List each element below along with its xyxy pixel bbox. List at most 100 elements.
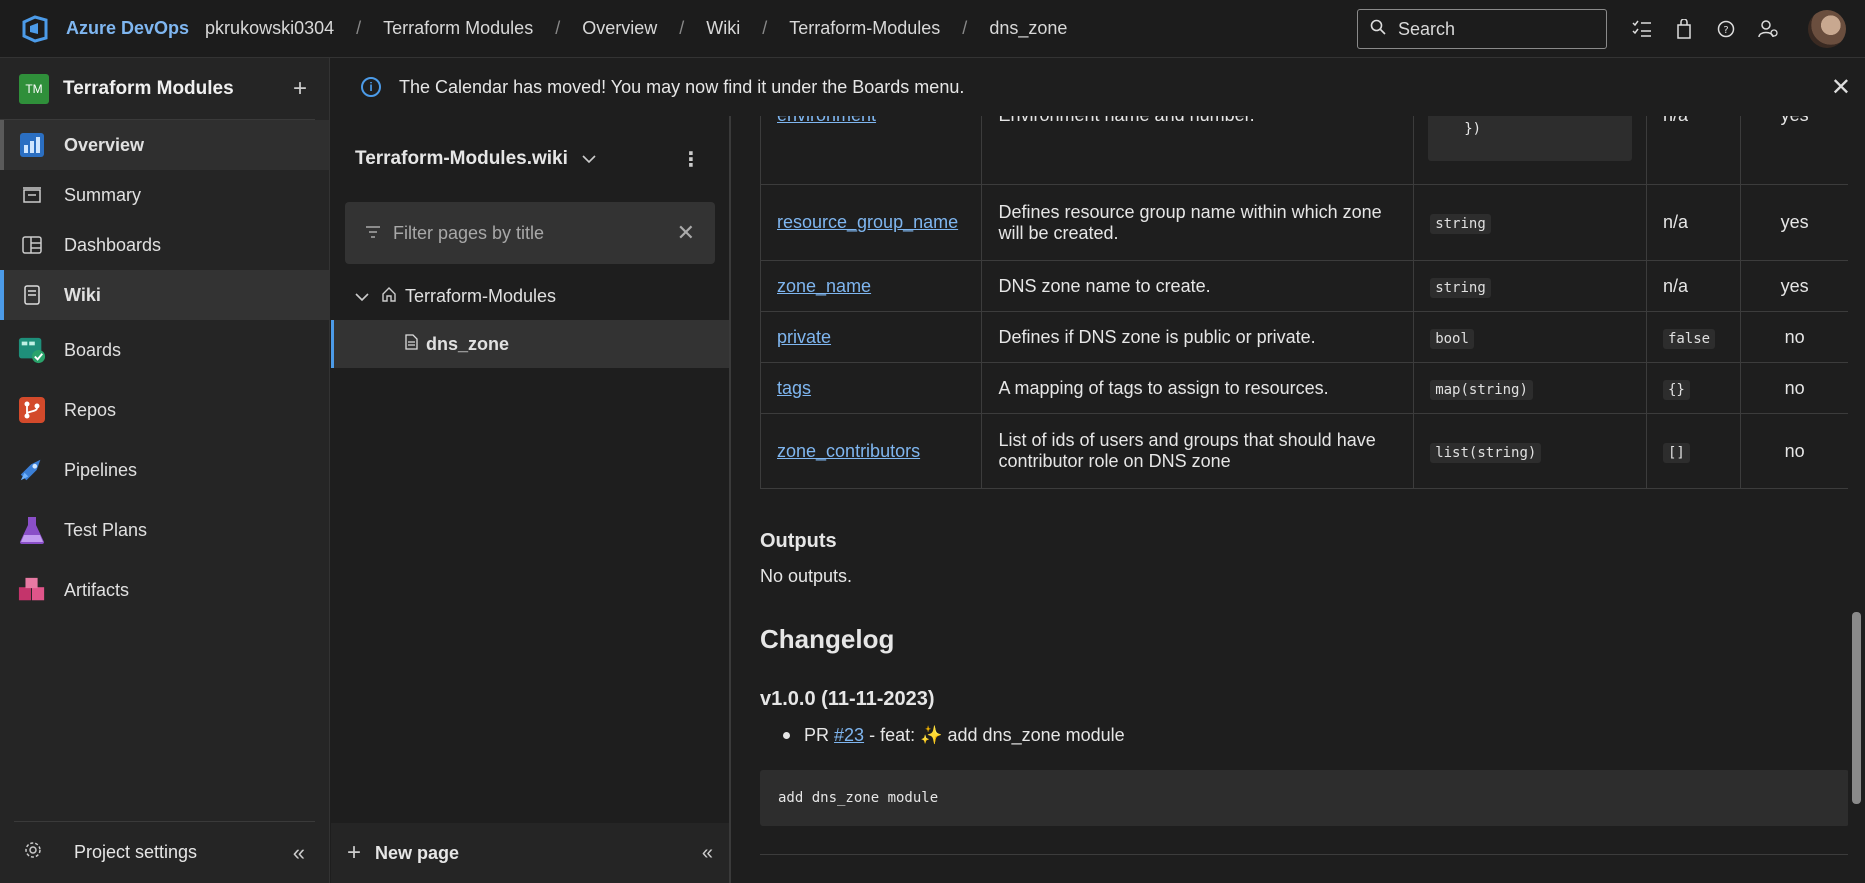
table-row: private Defines if DNS zone is public or… xyxy=(759,311,1848,363)
overview-icon xyxy=(18,131,46,159)
project-name[interactable]: Terraform Modules xyxy=(63,78,293,100)
param-link[interactable]: tags xyxy=(777,378,811,398)
nav-item-wiki[interactable]: Wiki xyxy=(0,270,329,320)
gear-icon xyxy=(24,841,50,864)
breadcrumb-overview[interactable]: Overview xyxy=(580,18,659,39)
collapse-tree-icon[interactable]: « xyxy=(702,842,713,865)
entry-prefix: PR xyxy=(804,725,830,745)
divider xyxy=(760,854,1848,855)
param-required: yes xyxy=(1780,212,1809,232)
breadcrumb-page[interactable]: dns_zone xyxy=(987,18,1069,39)
project-header[interactable]: TM Terraform Modules + xyxy=(0,58,315,120)
inputs-table: environment Environment name and number.… xyxy=(759,116,1848,489)
chevron-down-icon[interactable] xyxy=(582,151,596,167)
nav-item-overview[interactable]: Overview xyxy=(0,120,329,170)
filter-icon xyxy=(365,223,381,244)
work-items-list-icon[interactable] xyxy=(1630,14,1654,44)
param-description: Defines if DNS zone is public or private… xyxy=(998,326,1316,347)
param-required: no xyxy=(1784,377,1805,398)
breadcrumb-separator: / xyxy=(356,18,362,38)
clear-filter-icon[interactable]: ✕ xyxy=(677,220,695,246)
commit-code-block: add dns_zone module xyxy=(760,770,1848,826)
nav-item-summary[interactable]: Summary xyxy=(0,170,329,220)
param-link[interactable]: private xyxy=(777,327,831,347)
table-row: zone_contributors List of ids of users a… xyxy=(759,413,1848,489)
nav-item-label: Boards xyxy=(64,339,122,360)
nav-item-label: Test Plans xyxy=(64,519,148,540)
table-row: resource_group_name Defines resource gro… xyxy=(759,184,1848,261)
breadcrumb-separator: / xyxy=(679,18,685,38)
new-page-button[interactable]: + New page « xyxy=(331,823,729,883)
brand-link[interactable]: Azure DevOps xyxy=(66,18,189,39)
param-link[interactable]: zone_contributors xyxy=(777,441,920,461)
dashboards-icon xyxy=(18,231,46,259)
add-icon[interactable]: + xyxy=(293,75,307,103)
param-default: {} xyxy=(1662,379,1690,400)
table-row: tags A mapping of tags to assign to reso… xyxy=(759,362,1848,414)
azure-devops-logo-icon[interactable] xyxy=(18,12,52,46)
version-heading: v1.0.0 (11-11-2023) xyxy=(760,688,935,710)
param-type: list(string) xyxy=(1430,442,1542,463)
plus-icon: + xyxy=(347,839,362,866)
project-badge: TM xyxy=(19,73,49,104)
param-description: DNS zone name to create. xyxy=(998,275,1211,296)
project-settings[interactable]: Project settings « xyxy=(14,821,315,883)
tree-item-dns-zone[interactable]: dns_zone xyxy=(331,320,729,368)
search-box[interactable]: Search xyxy=(1357,9,1607,49)
param-required: yes xyxy=(1781,116,1809,125)
param-link[interactable]: zone_name xyxy=(777,276,871,296)
param-description: List of ids of users and groups that sho… xyxy=(998,430,1376,471)
wiki-page-content: environment Environment name and number.… xyxy=(733,116,1848,883)
nav-item-boards[interactable]: Boards xyxy=(0,320,329,380)
bullet-dot xyxy=(783,732,790,739)
param-type: string xyxy=(1430,277,1491,298)
wiki-tree-panel: Terraform-Modules.wiki ⋮ Filter pages by… xyxy=(331,116,731,883)
param-description: Defines resource group name within which… xyxy=(998,201,1382,243)
marketplace-bag-icon[interactable] xyxy=(1672,14,1696,44)
scrollbar[interactable] xyxy=(1848,116,1865,883)
param-type: bool xyxy=(1430,328,1474,349)
nav-item-label: Repos xyxy=(64,399,117,420)
breadcrumb-separator: / xyxy=(762,18,768,38)
nav-item-dashboards[interactable]: Dashboards xyxy=(0,220,329,270)
tree-item-label: Terraform-Modules xyxy=(405,285,557,306)
nav-item-repos[interactable]: Repos xyxy=(0,380,329,440)
outputs-text: No outputs. xyxy=(760,566,853,586)
wiki-selector[interactable]: Terraform-Modules.wiki ⋮ xyxy=(331,116,729,202)
breadcrumb-wiki[interactable]: Wiki xyxy=(704,18,742,39)
collapse-nav-icon[interactable]: « xyxy=(293,840,305,866)
tree-item-root[interactable]: Terraform-Modules xyxy=(331,272,729,320)
nav-item-label: Dashboards xyxy=(64,234,162,255)
nav-item-artifacts[interactable]: Artifacts xyxy=(0,560,329,620)
info-icon: i xyxy=(361,77,381,97)
param-default: n/a xyxy=(1663,116,1688,125)
breadcrumb-wiki-name[interactable]: Terraform-Modules xyxy=(787,18,942,39)
breadcrumb-project[interactable]: Terraform Modules xyxy=(381,18,535,39)
close-icon[interactable]: ✕ xyxy=(1831,73,1851,102)
chevron-down-icon[interactable] xyxy=(355,286,369,307)
outputs-heading: Outputs xyxy=(760,530,837,552)
pr-link[interactable]: #23 xyxy=(834,725,864,746)
changelog-heading: Changelog xyxy=(760,624,895,654)
help-icon[interactable]: ? xyxy=(1714,14,1738,44)
user-settings-icon[interactable] xyxy=(1756,14,1780,44)
summary-icon xyxy=(18,181,46,209)
param-link[interactable]: resource_group_name xyxy=(777,212,958,232)
nav-item-label: Pipelines xyxy=(64,459,138,480)
filter-pages-input[interactable]: Filter pages by title ✕ xyxy=(345,202,715,264)
entry-text: - feat: ✨ add dns_zone module xyxy=(869,725,1125,745)
more-options-icon[interactable]: ⋮ xyxy=(681,147,701,172)
nav-item-pipelines[interactable]: Pipelines xyxy=(0,440,329,500)
param-description: Environment name and number. xyxy=(998,116,1254,125)
param-type: string xyxy=(1430,214,1491,234)
svg-text:?: ? xyxy=(1723,25,1728,36)
scrollbar-thumb[interactable] xyxy=(1852,612,1861,804)
param-link[interactable]: environment xyxy=(777,116,876,125)
nav-item-test-plans[interactable]: Test Plans xyxy=(0,500,329,560)
avatar[interactable] xyxy=(1808,10,1846,48)
home-icon xyxy=(381,286,397,307)
param-required: yes xyxy=(1780,275,1809,296)
list-item: PR #23 - feat: ✨ add dns_zone module xyxy=(783,725,1125,746)
banner-text: The Calendar has moved! You may now find… xyxy=(399,76,965,97)
breadcrumb-org[interactable]: pkrukowski0304 xyxy=(203,18,336,39)
